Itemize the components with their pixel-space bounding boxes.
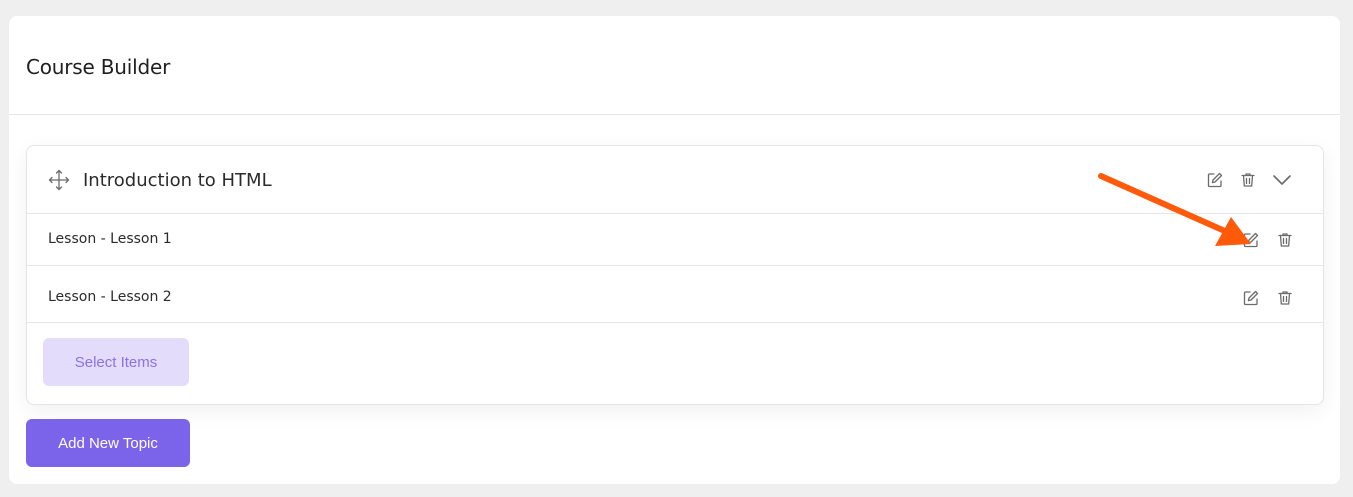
trash-icon[interactable] xyxy=(1276,231,1294,249)
select-items-button[interactable]: Select Items xyxy=(43,338,189,386)
lesson-row[interactable]: Lesson - Lesson 1 xyxy=(27,214,1323,266)
edit-icon[interactable] xyxy=(1242,231,1260,249)
edit-icon[interactable] xyxy=(1242,289,1260,307)
lesson-label: Lesson - Lesson 2 xyxy=(48,289,172,305)
edit-icon[interactable] xyxy=(1206,171,1224,189)
add-new-topic-button[interactable]: Add New Topic xyxy=(26,419,190,467)
chevron-down-icon[interactable] xyxy=(1271,170,1293,190)
topic-panel: Introduction to HTML Lesson - Lesson 1 L… xyxy=(26,145,1324,405)
lesson-row[interactable]: Lesson - Lesson 2 xyxy=(27,266,1323,323)
topic-header[interactable]: Introduction to HTML xyxy=(27,146,1323,214)
move-icon[interactable] xyxy=(48,169,70,191)
trash-icon[interactable] xyxy=(1276,289,1294,307)
card-header: Course Builder xyxy=(9,16,1340,115)
course-builder-card: Course Builder Introduction to HTML Less… xyxy=(9,16,1340,484)
topic-title: Introduction to HTML xyxy=(83,170,272,191)
trash-icon[interactable] xyxy=(1239,171,1257,189)
page-title: Course Builder xyxy=(26,55,171,79)
lesson-label: Lesson - Lesson 1 xyxy=(48,231,172,247)
